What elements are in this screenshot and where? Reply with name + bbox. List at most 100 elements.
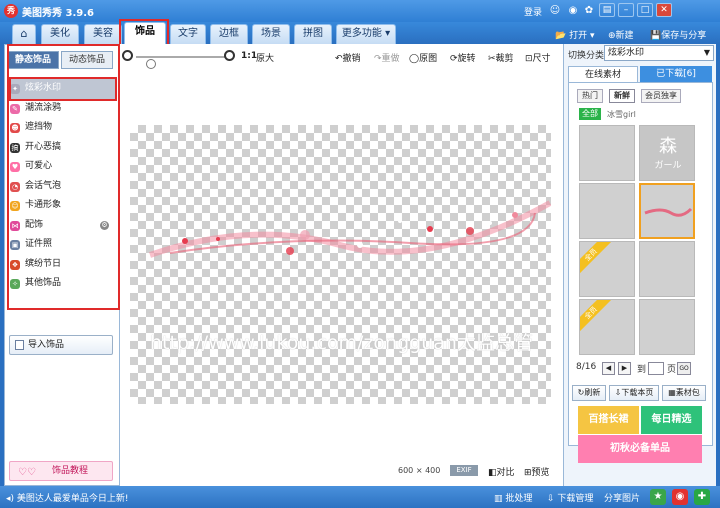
tag-all[interactable]: 全部	[579, 108, 601, 120]
tag-ice-girl[interactable]: 冰雪girl	[607, 109, 636, 120]
page-unit-label: 页	[667, 365, 677, 375]
go-button[interactable]: GO	[677, 362, 691, 375]
download-manager-button[interactable]: ⇩ 下载管理	[547, 491, 593, 504]
image-width: 600	[398, 466, 414, 475]
category-funny[interactable]: 搞开心恶搞	[7, 138, 115, 158]
tab-static-decor[interactable]: 静态饰品	[7, 51, 59, 69]
material-thumb[interactable]	[639, 299, 695, 355]
banner-daily-pick[interactable]: 每日精选	[641, 406, 702, 434]
next-page-button[interactable]: ▶	[618, 362, 631, 375]
zoom-ratio[interactable]: 1:1	[241, 51, 257, 61]
refresh-label: 刷新	[584, 388, 601, 397]
weibo-share-icon[interactable]: ◉	[672, 489, 688, 505]
tab-collage[interactable]: 拼图	[294, 24, 332, 44]
material-thumb[interactable]: 森 ガール	[639, 125, 695, 181]
category-accessory[interactable]: ⋈ 配饰 ⚙	[7, 216, 115, 236]
category-list: ✦ 炫彩水印 ✎ 潮流涂鸦 ☻ 遮挡物 搞开心恶搞 ♥ 可爱心 ◔ 会话气泡 ☺ 卡通形象 …	[7, 79, 115, 294]
refresh-button[interactable]: ↻刷新	[572, 385, 606, 401]
material-pack-button[interactable]: ▦素材包	[662, 385, 706, 401]
material-thumb[interactable]	[639, 241, 695, 297]
category-cartoon[interactable]: ☺ 卡通形象	[7, 196, 115, 216]
filter-member[interactable]: 会员独享	[641, 89, 681, 103]
original-image-button[interactable]: ◯原图	[409, 51, 437, 64]
settings-icon[interactable]: ⚙	[100, 220, 109, 230]
close-button[interactable]: ✕	[656, 3, 672, 17]
actual-size-button[interactable]: 原大	[256, 51, 274, 64]
import-decor-button[interactable]: 导入饰品	[9, 335, 113, 355]
zoom-slider-knob[interactable]	[146, 59, 156, 69]
tab-text[interactable]: 文字	[170, 24, 206, 44]
category-cute[interactable]: ♥ 可爱心	[7, 157, 115, 177]
category-other[interactable]: ✧ 其他饰品	[7, 274, 115, 294]
tab-beautify[interactable]: 美化	[41, 24, 79, 44]
sparkle-dot	[300, 230, 310, 240]
tab-face[interactable]: 美容	[84, 24, 122, 44]
filter-hot[interactable]: 热门	[577, 89, 603, 103]
status-message[interactable]: ◂) 美图达人最爱单品今日上新!	[6, 491, 129, 504]
tab-animated-decor[interactable]: 动态饰品	[61, 51, 113, 69]
tab-decoration[interactable]: 饰品	[124, 22, 166, 44]
exif-button[interactable]: EXIF	[450, 465, 478, 476]
zoom-slider[interactable]	[136, 56, 226, 69]
tab-online-material[interactable]: 在线素材	[568, 66, 638, 82]
download-page-button[interactable]: ⇩下载本页	[609, 385, 659, 401]
new-label: 新建	[615, 31, 634, 41]
weibo-icon[interactable]: ◉	[566, 4, 580, 18]
prev-page-button[interactable]: ◀	[602, 362, 615, 375]
redo-label: 重做	[381, 54, 400, 64]
sparkle-dot	[357, 242, 363, 248]
image-height: 400	[425, 466, 441, 475]
undo-button[interactable]: ↶撤销	[335, 51, 361, 64]
left-panel: 静态饰品 动态饰品 ✦ 炫彩水印 ✎ 潮流涂鸦 ☻ 遮挡物 搞开心恶搞 ♥ 可爱心 ◔ 会…	[4, 44, 120, 486]
page-number-input[interactable]	[648, 362, 664, 375]
switch-category-select[interactable]: 炫彩水印 ▼	[604, 45, 714, 61]
material-thumb-selected[interactable]	[639, 183, 695, 239]
size-button[interactable]: ⊡尺寸	[525, 51, 551, 64]
tab-downloaded[interactable]: 已下载[6]	[640, 66, 712, 82]
crop-button[interactable]: ✂裁剪	[488, 51, 514, 64]
rotate-button[interactable]: ⟳旋转	[450, 51, 476, 64]
decor-tutorial-button[interactable]: ♡♡ 饰品教程	[9, 461, 113, 481]
banner-autumn[interactable]: 初秋必备单品	[578, 435, 702, 463]
login-link[interactable]: 登录	[524, 5, 542, 18]
material-pack-label: 素材包	[675, 388, 700, 397]
category-colorful-watermark[interactable]: ✦ 炫彩水印	[7, 79, 115, 99]
new-button[interactable]: ⊕新建	[608, 28, 634, 41]
skin-icon[interactable]: ✿	[582, 4, 596, 18]
open-button[interactable]: 📂 打开 ▾	[555, 28, 594, 41]
star-icon[interactable]: ★	[650, 489, 666, 505]
category-bubble[interactable]: ◔ 会话气泡	[7, 177, 115, 197]
minimize-button[interactable]: –	[618, 3, 634, 17]
redo-button[interactable]: ↷重做	[374, 51, 400, 64]
material-thumb[interactable]	[579, 183, 635, 239]
share-image-button[interactable]: 分享图片	[604, 491, 640, 504]
home-tab[interactable]: ⌂	[12, 24, 36, 44]
compare-button[interactable]: ◧对比	[488, 465, 515, 478]
user-icon[interactable]: ☺	[548, 4, 562, 18]
category-id-photo[interactable]: ▣ 证件照	[7, 235, 115, 255]
category-festival[interactable]: ❖ 缤纷节日	[7, 255, 115, 275]
plus-icon[interactable]: ✚	[694, 489, 710, 505]
preview-button[interactable]: ⊞预览	[524, 465, 550, 478]
material-thumb[interactable]: 全员	[579, 299, 635, 355]
batch-button[interactable]: ▥ 批处理	[494, 491, 532, 504]
filter-new[interactable]: 新鲜	[609, 89, 635, 103]
category-label: 炫彩水印	[25, 83, 62, 93]
tab-frame[interactable]: 边框	[210, 24, 248, 44]
material-thumb[interactable]	[579, 125, 635, 181]
menu-button[interactable]: ▤	[599, 3, 615, 17]
image-canvas[interactable]: http://www.lukou.com/zongguan太监总管	[130, 125, 551, 404]
category-mask[interactable]: ☻ 遮挡物	[7, 118, 115, 138]
title-bar: 秀 美图秀秀 3.9.6 登录 ☺ ◉ ✿ ▤ – □ ✕	[0, 0, 720, 22]
zoom-out-icon[interactable]	[122, 50, 133, 61]
tab-more[interactable]: 更多功能 ▾	[336, 24, 396, 44]
save-share-button[interactable]: 💾保存与分享	[650, 28, 706, 41]
tab-scene[interactable]: 场景	[252, 24, 290, 44]
material-thumb[interactable]: 全员	[579, 241, 635, 297]
banner-long-skirt[interactable]: 百搭长裙	[578, 406, 639, 434]
zoom-in-icon[interactable]	[224, 50, 235, 61]
maximize-button[interactable]: □	[637, 3, 653, 17]
category-graffiti[interactable]: ✎ 潮流涂鸦	[7, 99, 115, 119]
mask-icon: ☻	[10, 123, 20, 133]
watermark-icon: ✦	[10, 84, 20, 94]
